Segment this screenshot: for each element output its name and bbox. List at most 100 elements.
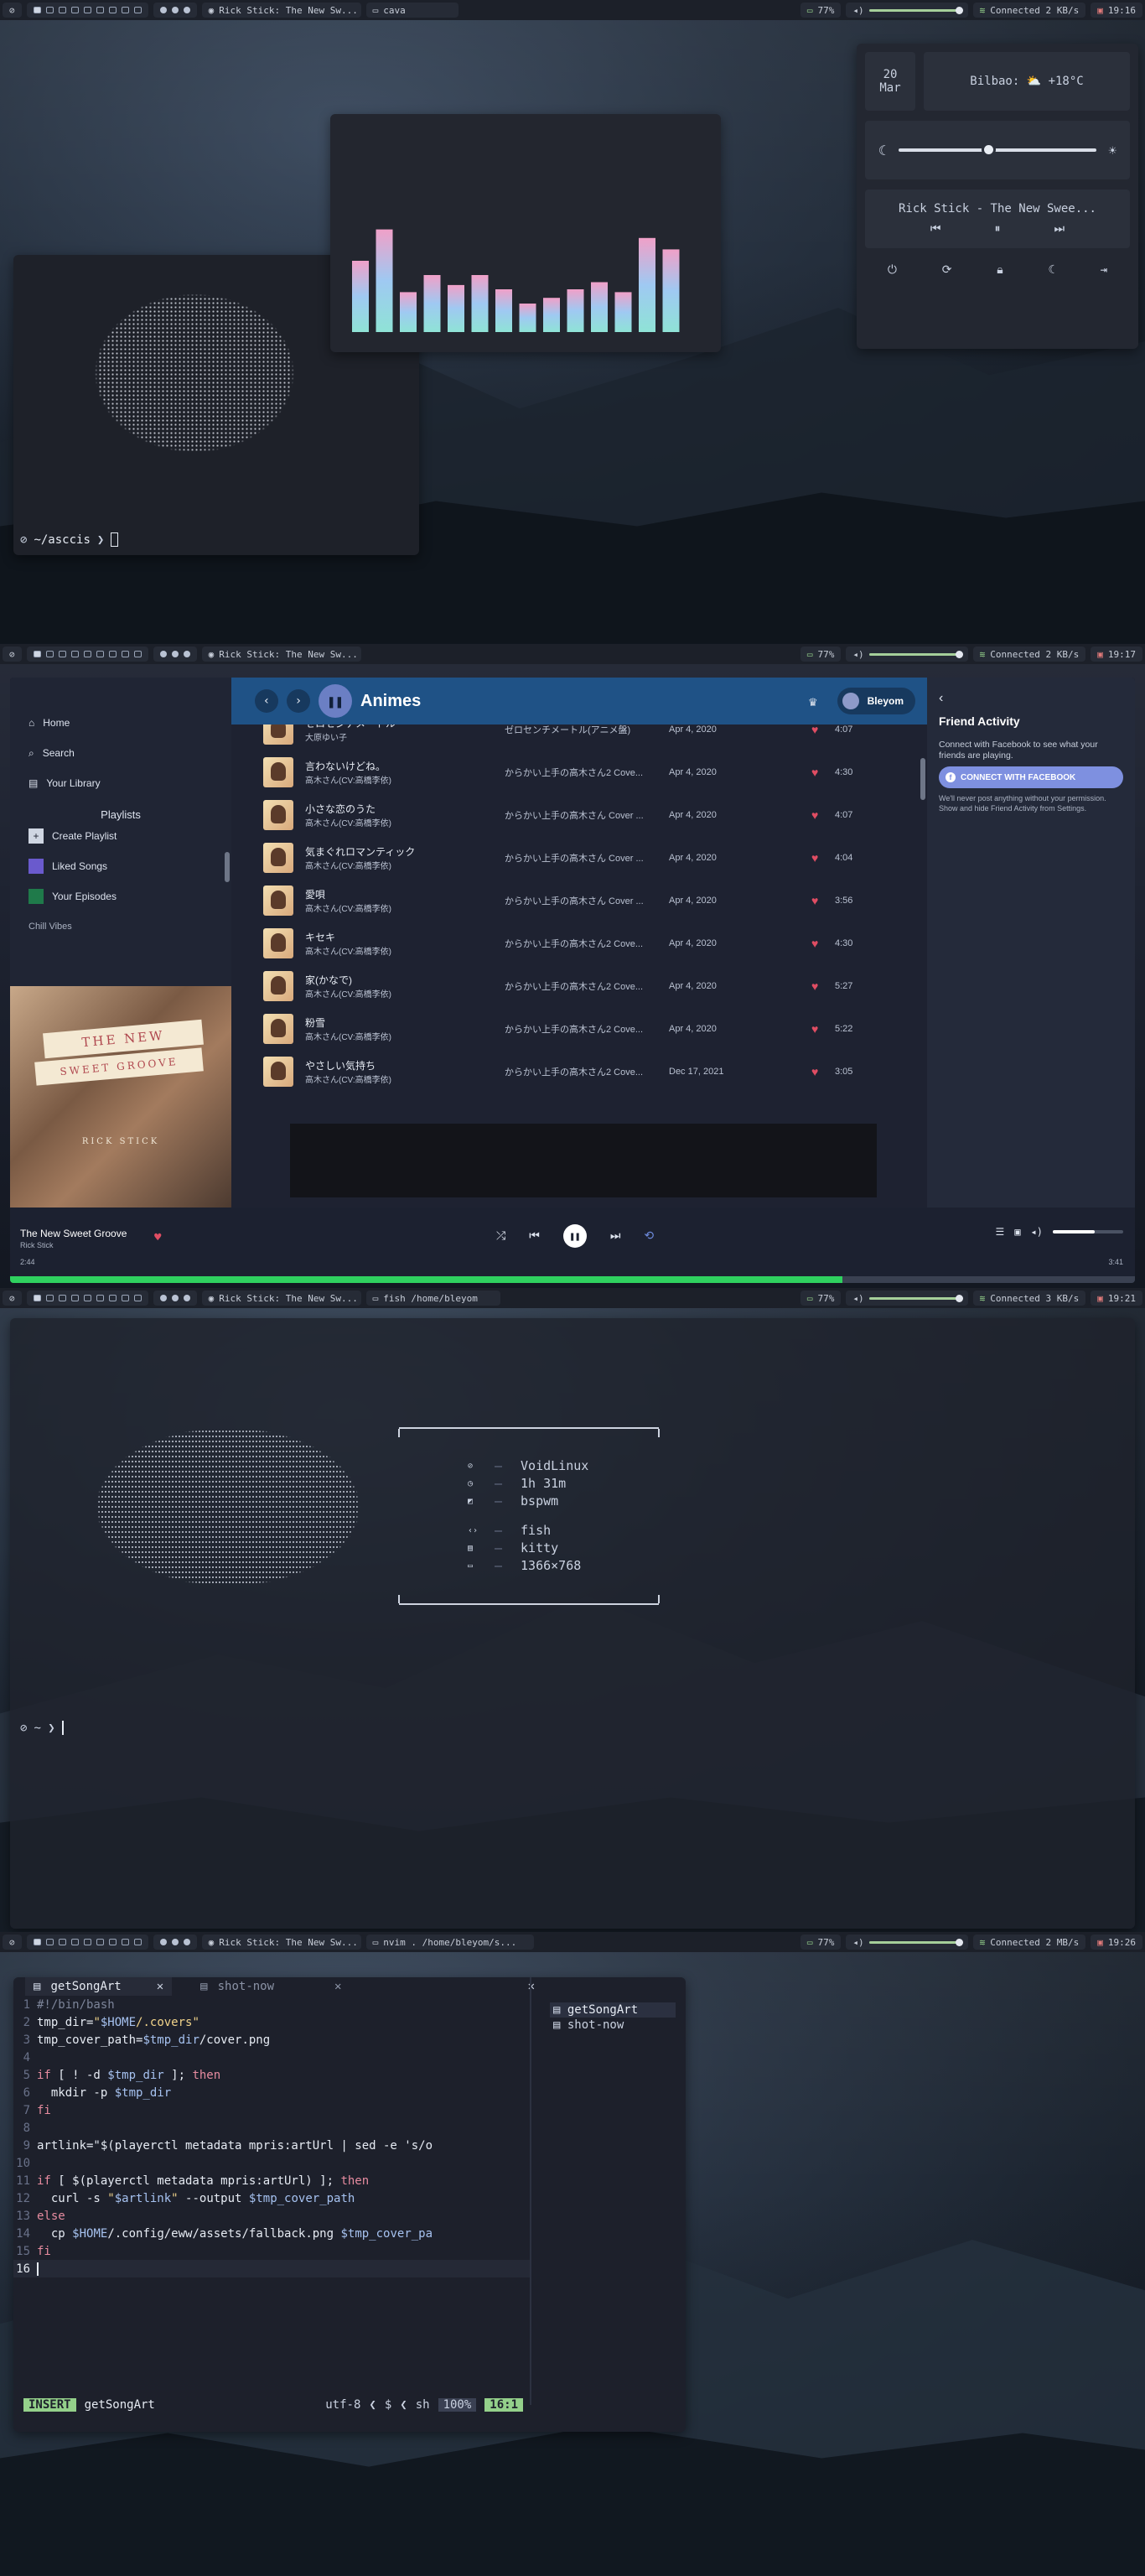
liked-icon[interactable]: ♥ (811, 979, 835, 993)
logout-icon[interactable]: ⇥ (1101, 263, 1107, 277)
network-status[interactable]: ≋ Connected 3 KB/s (972, 1291, 1086, 1306)
liked-icon[interactable]: ♥ (811, 808, 835, 822)
track-row[interactable]: 気まぐれロマンティック 高木さん(CV:高橋李依) からかい上手の高木さん Cove… (231, 836, 927, 879)
volume-slider[interactable] (868, 6, 963, 14)
next-icon[interactable]: ⏭ (610, 1229, 621, 1243)
network-status[interactable]: ≋ Connected 2 KB/s (972, 647, 1086, 662)
tab-shot-now[interactable]: ▤ shot-now ✕ (172, 1977, 350, 1996)
your-episodes[interactable]: Your Episodes (10, 881, 231, 911)
nav-home[interactable]: ⌂ Home (10, 708, 231, 738)
reboot-icon[interactable]: ⟳ (942, 263, 952, 277)
nvim-window[interactable]: ▤getSongArt✕ ▤shot-now✕ ✕ 1#!/bin/bash2t… (13, 1977, 686, 2432)
track-row[interactable]: キセキ 高木さん(CV:高橋李依) からかい上手の高木さん2 Cove... Apr … (231, 922, 927, 964)
liked-icon[interactable]: ♥ (811, 766, 835, 779)
media-title[interactable]: ◉ Rick Stick: The New Sw... (201, 3, 361, 18)
now-playing-title[interactable]: The New Sweet Groove (20, 1228, 127, 1239)
terminal-window[interactable]: ⊘ — VoidLinux ◷ — 1h 31m ◩ — bspwm ‹› — fish ▤ — kitty… (10, 1318, 1135, 1929)
tab-getsongart[interactable]: ▤ getSongArt ✕ (25, 1977, 173, 1996)
album-cover[interactable]: THE NEW SWEET GROOVE RICK STICK (10, 986, 231, 1208)
sidebar-scrollbar[interactable] (225, 852, 230, 882)
volume-icon[interactable]: ◂) (1031, 1226, 1043, 1238)
user-button[interactable]: Bleyom (837, 688, 915, 714)
media-title[interactable]: ◉ Rick Stick: The New Sw... (201, 1291, 361, 1306)
network-status[interactable]: ≋ Connected 2 MB/s (972, 1935, 1086, 1950)
playlist-chill[interactable]: Chill Vibes (10, 922, 231, 932)
next-icon[interactable]: ⏭ (1054, 222, 1065, 236)
workspace-switcher[interactable] (26, 1935, 148, 1950)
tree-item-getsongart[interactable]: ▤ getSongArt (550, 2002, 676, 2018)
power-icon[interactable]: ⏻ (888, 263, 897, 277)
workspace-switcher[interactable] (26, 3, 148, 18)
track-row[interactable]: 粉雪 高木さん(CV:高橋李依) からかい上手の高木さん2 Cove... Apr 4… (231, 1007, 927, 1050)
volume-slider[interactable] (868, 1938, 963, 1946)
audio-visualizer (352, 229, 680, 332)
facebook-button[interactable]: f CONNECT WITH FACEBOOK (939, 766, 1123, 788)
previous-icon[interactable]: ⏮ (529, 1229, 540, 1243)
window-controls[interactable] (153, 647, 197, 662)
volume-control[interactable]: ◂) (846, 1291, 968, 1306)
liked-icon[interactable]: ♥ (811, 724, 835, 736)
volume-slider[interactable] (868, 1294, 963, 1302)
like-icon[interactable]: ♥ (154, 1231, 161, 1244)
void-icon[interactable]: ⊘ (3, 3, 22, 18)
window-controls[interactable] (153, 3, 197, 18)
liked-icon[interactable]: ♥ (811, 1022, 835, 1036)
devices-icon[interactable]: ▣ (1014, 1226, 1020, 1238)
music-icon: ◉ (208, 1936, 215, 1948)
queue-icon[interactable]: ☰ (996, 1226, 1005, 1238)
volume-control[interactable]: ◂) (846, 3, 968, 18)
collapse-icon[interactable]: ‹ (939, 691, 1123, 706)
track-row[interactable]: やさしい気持ち 高木さん(CV:高橋李依) からかい上手の高木さん2 Cove...… (231, 1050, 927, 1093)
media-title[interactable]: ◉ Rick Stick: The New Sw... (201, 647, 361, 662)
track-row[interactable]: ゼロセンチメートル大原ゆい子ゼロセンチメートル(アニメ盤)Apr 4, 2020… (231, 724, 927, 750)
workspace-switcher[interactable] (26, 1291, 148, 1306)
liked-icon[interactable]: ♥ (811, 851, 835, 865)
pause-button[interactable]: ❚❚ (562, 1224, 587, 1248)
now-playing-artist[interactable]: Rick Stick (20, 1241, 54, 1249)
tree-item-shot-now[interactable]: ▤ shot-now (550, 2018, 676, 2033)
track-row[interactable]: 小さな恋のうた 高木さん(CV:高橋李依) からかい上手の高木さん Cover ..… (231, 793, 927, 836)
tracklist-scrollbar[interactable] (920, 758, 925, 800)
void-icon[interactable]: ⊘ (3, 1935, 22, 1950)
visualizer-bar (448, 284, 464, 332)
liked-icon[interactable]: ♥ (811, 937, 835, 950)
workspace-switcher[interactable] (26, 647, 148, 662)
track-date: Dec 17, 2021 (669, 1066, 724, 1077)
pause-icon[interactable]: ⏸ (995, 222, 1001, 236)
window-controls[interactable] (153, 1935, 197, 1950)
forward-icon[interactable]: › (287, 689, 310, 713)
close-icon[interactable]: ✕ (334, 1980, 341, 1993)
void-icon[interactable]: ⊘ (3, 1291, 22, 1306)
pause-button[interactable]: ❚❚ (319, 684, 352, 718)
crown-icon[interactable]: ♛ (809, 693, 817, 709)
track-row[interactable]: 家(かなで) 高木さん(CV:高橋李依) からかい上手の高木さん2 Cove... A… (231, 964, 927, 1007)
window-controls[interactable] (153, 1291, 197, 1306)
code-editor[interactable]: 1 #!/bin/bash 2 tmp_dir="$HOME/.covers" 3 tmp… (13, 1996, 530, 2314)
liked-icon[interactable]: ♥ (811, 894, 835, 907)
volume-control[interactable]: ◂) (846, 1935, 968, 1950)
brightness-slider[interactable] (898, 143, 1097, 157)
track-row[interactable]: 愛唄 高木さん(CV:高橋李依) からかい上手の高木さん Cover ... Apr … (231, 879, 927, 922)
repeat-icon[interactable]: ⟲ (644, 1229, 654, 1243)
nav-search[interactable]: ⌕ Search (10, 738, 231, 768)
track-thumbnail (263, 756, 293, 787)
progress-bar[interactable] (10, 1276, 1135, 1283)
liked-songs[interactable]: Liked Songs (10, 851, 231, 881)
lock-icon[interactable]: 🔒︎ (997, 263, 1003, 277)
nav-library[interactable]: ▤ Your Library (10, 768, 231, 798)
cava-window[interactable] (330, 114, 721, 352)
previous-icon[interactable]: ⏮ (930, 222, 941, 236)
media-title[interactable]: ◉ Rick Stick: The New Sw... (201, 1935, 361, 1950)
liked-icon[interactable]: ♥ (811, 1065, 835, 1078)
volume-control[interactable]: ◂) (846, 647, 968, 662)
network-status[interactable]: ≋ Connected 2 KB/s (972, 3, 1086, 18)
back-icon[interactable]: ‹ (255, 689, 278, 713)
void-icon[interactable]: ⊘ (3, 647, 22, 662)
sleep-icon[interactable]: ☾ (1048, 263, 1054, 277)
volume-slider[interactable] (1053, 1230, 1123, 1233)
shuffle-icon[interactable]: ⤮ (496, 1229, 505, 1243)
create-playlist[interactable]: + Create Playlist (10, 821, 231, 851)
track-row[interactable]: 言わないけどね。 高木さん(CV:高橋李依) からかい上手の高木さん2 Cove..… (231, 750, 927, 793)
volume-slider[interactable] (868, 650, 963, 658)
close-icon[interactable]: ✕ (157, 1980, 163, 1993)
